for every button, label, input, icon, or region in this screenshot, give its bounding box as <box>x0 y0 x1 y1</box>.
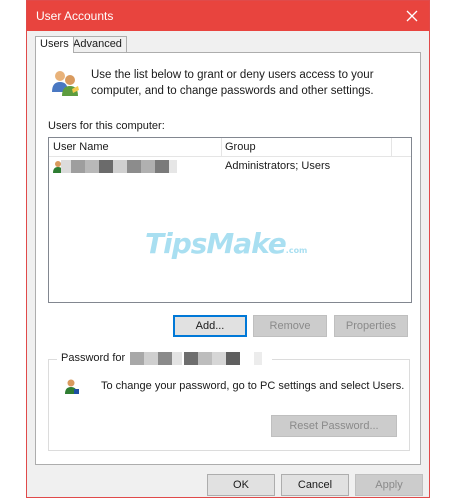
intro-text: Use the list below to grant or deny user… <box>91 69 374 97</box>
column-separator[interactable] <box>221 138 222 156</box>
column-group[interactable]: Group <box>225 141 256 153</box>
column-separator[interactable] <box>391 138 392 156</box>
users-list[interactable]: User Name Group Administrators; Users Ti… <box>48 137 412 303</box>
users-tab-panel: Use the list below to grant or deny user… <box>35 52 421 465</box>
list-header: User Name Group <box>49 138 411 157</box>
user-group-cell: Administrators; Users <box>225 160 331 172</box>
column-user-name[interactable]: User Name <box>53 141 109 153</box>
password-group: Password for To change your password, go… <box>48 352 410 451</box>
password-instructions: To change your password, go to PC settin… <box>101 380 405 392</box>
window-title: User Accounts <box>36 9 114 23</box>
ok-button[interactable]: OK <box>207 474 275 496</box>
properties-button[interactable]: Properties <box>334 315 408 337</box>
apply-button[interactable]: Apply <box>355 474 423 496</box>
redacted-user-name <box>128 352 268 366</box>
reset-password-button[interactable]: Reset Password... <box>271 415 397 437</box>
users-for-computer-label: Users for this computer: <box>48 120 165 132</box>
remove-button[interactable]: Remove <box>253 315 327 337</box>
password-user-icon <box>65 379 79 394</box>
user-accounts-dialog: User Accounts Users Advanced Use the lis… <box>26 0 430 498</box>
table-row[interactable]: Administrators; Users <box>49 158 411 175</box>
users-icon <box>52 71 79 96</box>
add-button[interactable]: Add... <box>173 315 247 337</box>
title-bar: User Accounts <box>27 1 429 31</box>
password-group-label: Password for <box>57 352 273 366</box>
close-icon[interactable] <box>401 5 423 27</box>
tab-users[interactable]: Users <box>35 36 74 53</box>
cancel-button[interactable]: Cancel <box>281 474 349 496</box>
watermark: TipsMake.com <box>145 227 308 260</box>
tab-advanced[interactable]: Advanced <box>68 36 127 52</box>
